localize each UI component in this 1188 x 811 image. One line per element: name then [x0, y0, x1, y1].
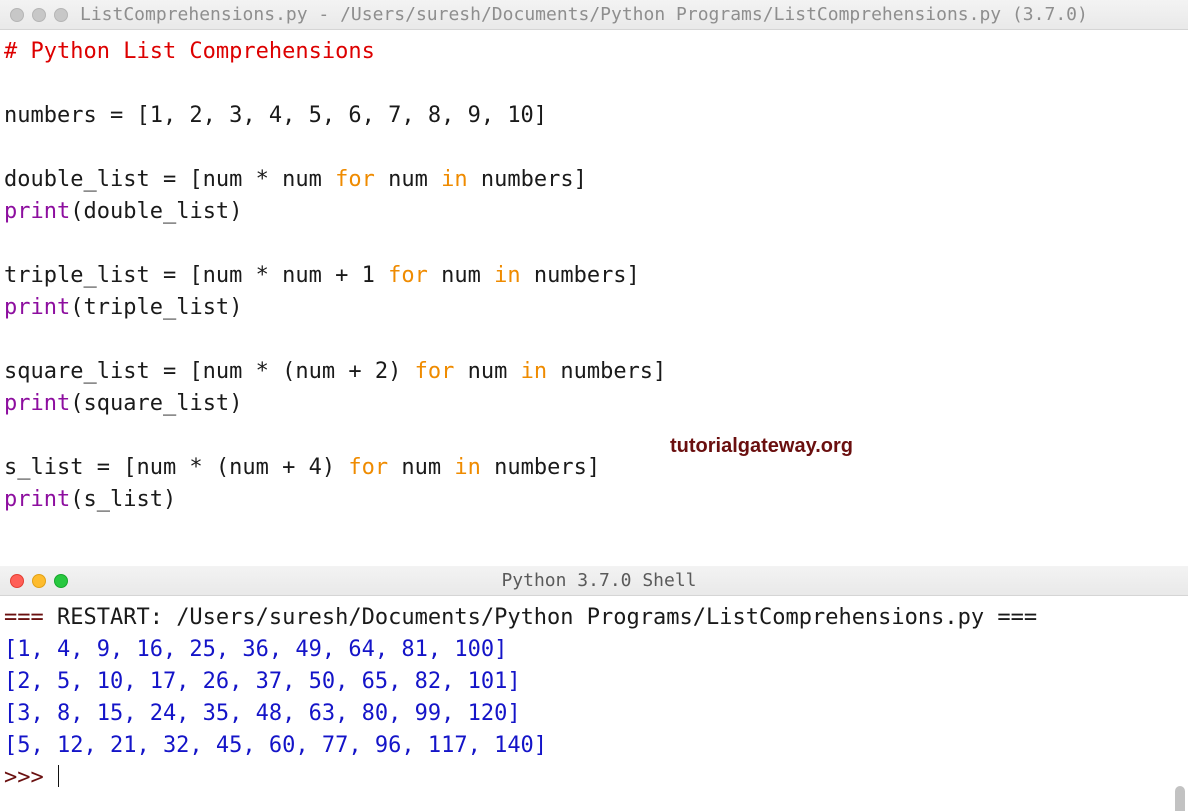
restart-line: RESTART: /Users/suresh/Documents/Python …	[57, 605, 1037, 630]
builtin-print: print	[4, 295, 70, 320]
keyword-in: in	[454, 455, 481, 480]
watermark-text: tutorialgateway.org	[670, 430, 853, 462]
code-text: num	[388, 455, 454, 480]
zoom-icon[interactable]	[54, 8, 68, 22]
code-text: numbers]	[468, 167, 587, 192]
editor-titlebar: ListComprehensions.py - /Users/suresh/Do…	[0, 0, 1188, 30]
code-text: numbers]	[481, 455, 600, 480]
shell-output-4: [5, 12, 21, 32, 45, 60, 77, 96, 117, 140…	[4, 733, 547, 758]
shell-pane[interactable]: === RESTART: /Users/suresh/Documents/Pyt…	[0, 596, 1188, 811]
shell-output-1: [1, 4, 9, 16, 25, 36, 49, 64, 81, 100]	[4, 637, 507, 662]
restart-prefix: ===	[4, 605, 57, 630]
keyword-in: in	[521, 359, 548, 384]
keyword-for: for	[388, 263, 428, 288]
print-arg: s_list	[83, 487, 162, 512]
editor-pane[interactable]: # Python List Comprehensions numbers = […	[0, 30, 1188, 566]
code-text: num	[454, 359, 520, 384]
traffic-lights-shell	[10, 574, 68, 588]
code-s-a: s_list = [num * (num + 4)	[4, 455, 348, 480]
shell-prompt: >>>	[4, 765, 57, 790]
paren: (	[70, 487, 83, 512]
close-icon[interactable]	[10, 574, 24, 588]
paren: )	[229, 295, 242, 320]
close-icon[interactable]	[10, 8, 24, 22]
paren: (	[70, 199, 83, 224]
print-arg: square_list	[83, 391, 229, 416]
builtin-print: print	[4, 487, 70, 512]
paren: )	[229, 391, 242, 416]
editor-window-title: ListComprehensions.py - /Users/suresh/Do…	[80, 4, 1178, 25]
shell-output-3: [3, 8, 15, 24, 35, 48, 63, 80, 99, 120]	[4, 701, 521, 726]
code-double-a: double_list = [num * num	[4, 167, 335, 192]
code-triple-a: triple_list = [num * num + 1	[4, 263, 388, 288]
shell-titlebar: Python 3.7.0 Shell	[0, 566, 1188, 596]
code-text: num	[428, 263, 494, 288]
paren: )	[163, 487, 176, 512]
print-arg: triple_list	[83, 295, 229, 320]
cursor-icon	[58, 765, 59, 787]
keyword-for: for	[348, 455, 388, 480]
minimize-icon[interactable]	[32, 8, 46, 22]
minimize-icon[interactable]	[32, 574, 46, 588]
builtin-print: print	[4, 199, 70, 224]
traffic-lights-editor	[10, 8, 68, 22]
shell-window-title: Python 3.7.0 Shell	[80, 570, 1118, 591]
code-text: numbers]	[547, 359, 666, 384]
keyword-in: in	[494, 263, 521, 288]
keyword-for: for	[415, 359, 455, 384]
builtin-print: print	[4, 391, 70, 416]
code-text: numbers]	[521, 263, 640, 288]
print-arg: double_list	[83, 199, 229, 224]
shell-output-2: [2, 5, 10, 17, 26, 37, 50, 65, 82, 101]	[4, 669, 521, 694]
paren: (	[70, 295, 83, 320]
keyword-in: in	[441, 167, 468, 192]
zoom-icon[interactable]	[54, 574, 68, 588]
code-square-a: square_list = [num * (num + 2)	[4, 359, 415, 384]
code-text: num	[375, 167, 441, 192]
paren: )	[229, 199, 242, 224]
keyword-for: for	[335, 167, 375, 192]
code-line-numbers: numbers = [1, 2, 3, 4, 5, 6, 7, 8, 9, 10…	[4, 103, 547, 128]
paren: (	[70, 391, 83, 416]
scrollbar-thumb[interactable]	[1175, 786, 1185, 811]
code-comment: # Python List Comprehensions	[4, 39, 375, 64]
